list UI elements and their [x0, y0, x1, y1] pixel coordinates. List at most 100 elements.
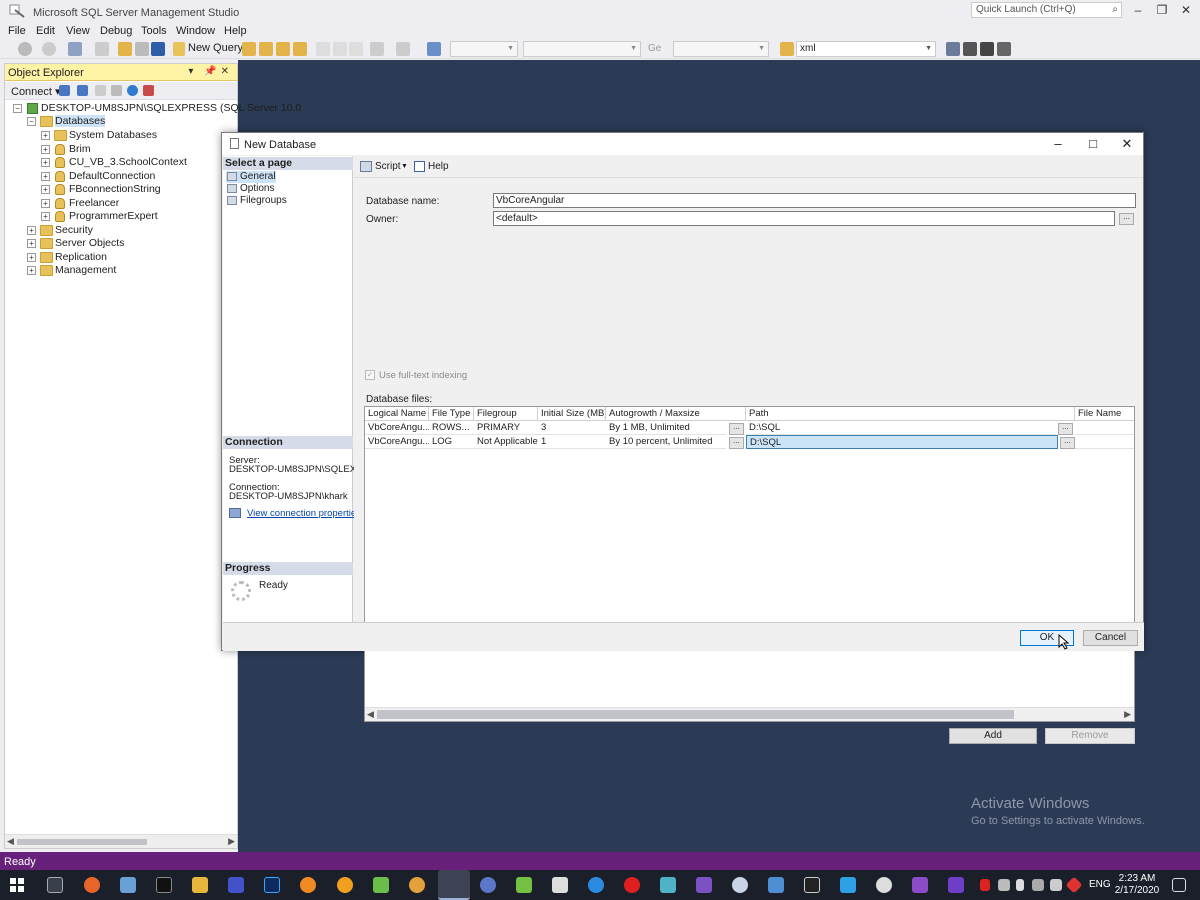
scroll-left-icon[interactable]: ◀ [7, 836, 14, 847]
db-query-icon[interactable] [242, 42, 256, 56]
maximize-icon[interactable]: □ [1083, 136, 1103, 151]
firefox-icon[interactable] [84, 877, 100, 893]
fulltext-indexing-checkbox[interactable]: ✓ [365, 370, 375, 380]
task-view-icon[interactable] [47, 877, 63, 893]
column-header[interactable]: Path [746, 407, 1075, 421]
collapse-icon[interactable]: − [13, 104, 22, 113]
database-dropdown[interactable]: ▼ [450, 41, 518, 57]
table-cell[interactable]: By 1 MB, Unlimited [606, 421, 726, 435]
activity-monitor-icon[interactable] [427, 42, 441, 56]
back-icon[interactable] [18, 42, 32, 56]
table-cell[interactable]: VbCoreAngu... [365, 421, 429, 435]
xmla-query-icon[interactable] [293, 42, 307, 56]
open-file-icon[interactable] [118, 42, 132, 56]
table-cell[interactable] [1075, 435, 1134, 449]
table-cell[interactable]: D:\SQL [746, 421, 1056, 435]
clock[interactable]: 2:23 AM 2/17/2020 [1112, 873, 1162, 897]
add-item-icon[interactable] [95, 42, 109, 56]
connect-button[interactable]: Connect ▾ [11, 85, 61, 98]
photoshop-icon[interactable] [264, 877, 280, 893]
terminal-icon[interactable] [156, 877, 172, 893]
page-general[interactable]: General [226, 171, 276, 183]
table-cell[interactable]: By 10 percent, Unlimited [606, 435, 726, 449]
dialog-title-bar[interactable]: New Database – □ ✕ [222, 133, 1143, 155]
app-icon[interactable] [876, 877, 892, 893]
menu-help[interactable]: Help [224, 25, 247, 37]
tray-icon[interactable] [998, 879, 1010, 891]
network-icon[interactable] [1050, 879, 1062, 891]
restore-icon[interactable]: ❐ [1152, 3, 1172, 19]
app-icon[interactable] [409, 877, 425, 893]
mdx-query-icon[interactable] [276, 42, 290, 56]
app-icon[interactable] [804, 877, 820, 893]
redo-icon[interactable] [396, 42, 410, 56]
expand-icon[interactable]: + [27, 266, 36, 275]
column-header[interactable]: Initial Size (MB) [538, 407, 606, 421]
scrollbar-thumb[interactable] [377, 710, 1014, 719]
expand-icon[interactable]: + [41, 185, 50, 194]
connect-icon[interactable] [59, 85, 70, 96]
column-header[interactable]: File Name [1075, 407, 1134, 421]
stop-icon[interactable] [95, 85, 106, 96]
minimize-icon[interactable]: – [1128, 3, 1148, 19]
expand-icon[interactable]: + [27, 226, 36, 235]
menu-tools[interactable]: Tools [141, 25, 167, 37]
scroll-left-icon[interactable]: ◀ [367, 709, 374, 720]
menu-view[interactable]: View [66, 25, 90, 37]
file-explorer-icon[interactable] [192, 877, 208, 893]
collapse-icon[interactable]: − [27, 117, 36, 126]
layout-icon[interactable] [997, 42, 1011, 56]
scroll-right-icon[interactable]: ▶ [228, 836, 235, 847]
app-icon[interactable] [516, 877, 532, 893]
ssms-taskbar-icon[interactable] [438, 870, 470, 900]
app-icon[interactable] [337, 877, 353, 893]
view-connection-properties-link[interactable]: View connection properties [229, 508, 361, 519]
expand-icon[interactable]: + [27, 239, 36, 248]
activity-icon[interactable] [143, 85, 154, 96]
menu-edit[interactable]: Edit [36, 25, 55, 37]
table-cell[interactable]: 3 [538, 421, 606, 435]
owner-browse-button[interactable]: ... [1119, 213, 1134, 225]
new-query-icon[interactable] [173, 42, 185, 56]
properties-icon[interactable] [946, 42, 960, 56]
app-icon[interactable] [552, 877, 568, 893]
windows-start-icon[interactable] [10, 878, 24, 892]
usb-icon[interactable] [1016, 879, 1024, 891]
autogrowth-browse-button[interactable]: ... [729, 437, 744, 449]
minimize-icon[interactable]: – [1048, 136, 1068, 151]
wrench-icon[interactable] [963, 42, 977, 56]
table-cell[interactable]: PRIMARY [474, 421, 538, 435]
save-all-icon[interactable] [151, 42, 165, 56]
database-name-input[interactable]: VbCoreAngular [493, 193, 1136, 208]
notepad-plus-icon[interactable] [373, 877, 389, 893]
script-button[interactable]: Script [360, 161, 401, 172]
platform-dropdown[interactable]: ▼ [673, 41, 769, 57]
menu-file[interactable]: File [8, 25, 26, 37]
notifications-icon[interactable] [1172, 878, 1186, 892]
language-indicator[interactable]: ENG [1089, 879, 1111, 890]
app-icon[interactable] [480, 877, 496, 893]
quick-launch-input[interactable]: Quick Launch (Ctrl+Q) ⌕ [971, 2, 1122, 18]
path-browse-button[interactable]: ... [1058, 423, 1073, 435]
save-icon[interactable] [135, 42, 149, 56]
search-icon[interactable]: ⌕ [1112, 4, 1118, 15]
table-cell[interactable]: ROWS... [429, 421, 474, 435]
copy-icon[interactable] [333, 42, 347, 56]
app-icon[interactable] [768, 877, 784, 893]
expand-icon[interactable]: + [41, 172, 50, 181]
opera-icon[interactable] [624, 877, 640, 893]
expand-icon[interactable]: + [41, 131, 50, 140]
blender-icon[interactable] [300, 877, 316, 893]
app-icon[interactable] [120, 877, 136, 893]
remove-button[interactable]: Remove [1045, 728, 1135, 744]
cancel-button[interactable]: Cancel [1083, 630, 1138, 646]
expand-icon[interactable]: + [27, 253, 36, 262]
table-cell[interactable]: LOG [429, 435, 474, 449]
menu-debug[interactable]: Debug [100, 25, 132, 37]
scrollbar-thumb[interactable] [17, 839, 147, 845]
find-icon[interactable] [780, 42, 794, 56]
expand-icon[interactable]: + [41, 199, 50, 208]
app-icon[interactable] [588, 877, 604, 893]
tray-alert-icon[interactable] [980, 879, 990, 891]
app-icon[interactable] [840, 877, 856, 893]
